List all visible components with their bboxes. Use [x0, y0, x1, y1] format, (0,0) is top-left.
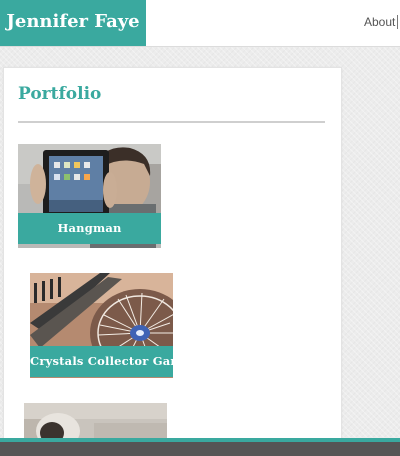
project-label: Hangman	[18, 213, 161, 244]
project-label: Crystals Collector Game	[30, 346, 173, 377]
nav-link-about[interactable]: About	[364, 15, 395, 29]
title-divider	[18, 121, 325, 123]
portfolio-item-hangman[interactable]: Hangman	[18, 144, 161, 248]
footer-bar	[0, 438, 400, 456]
page-title: Portfolio	[18, 84, 102, 104]
site-header: Jennifer Faye About	[0, 0, 400, 47]
nav-divider	[397, 15, 398, 29]
portfolio-item-crystals-collector[interactable]: Crystals Collector Game	[30, 273, 173, 378]
portfolio-card: Portfolio Hangman Crystals Collector Ga	[3, 67, 342, 449]
site-brand-link[interactable]: Jennifer Faye	[0, 0, 146, 46]
